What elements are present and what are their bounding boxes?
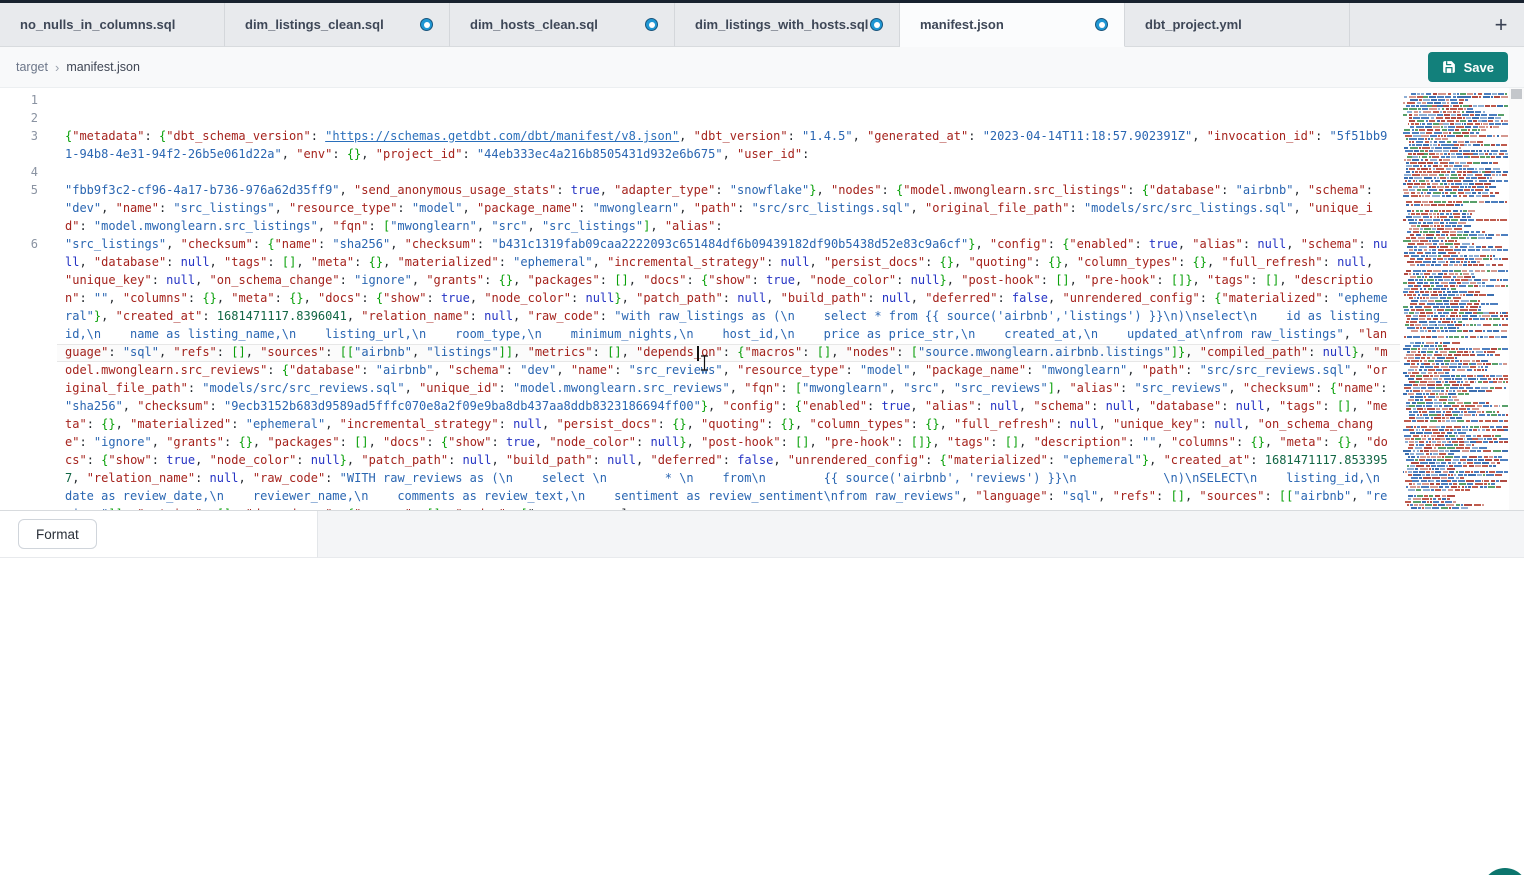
mouse-ibeam-cursor xyxy=(700,355,709,376)
ide-window: no_nulls_in_columns.sql dim_listings_clea… xyxy=(0,0,1524,875)
code-line-text[interactable]: "src_listings", "checksum": {"name": "sh… xyxy=(44,235,1400,510)
bottom-panel-header-right xyxy=(318,511,1524,558)
code-line-text[interactable] xyxy=(44,91,1400,109)
breadcrumb: target › manifest.json xyxy=(16,60,140,75)
editor-scrollbar[interactable] xyxy=(1509,88,1524,510)
code-line-text[interactable]: {"metadata": {"dbt_schema_version": "htt… xyxy=(44,127,1400,163)
code-line-text[interactable]: "fbb9f3c2-cf96-4a17-b736-976a62d35ff9", … xyxy=(44,181,1400,235)
scrollbar-thumb[interactable] xyxy=(1511,89,1522,99)
code-line: 3{"metadata": {"dbt_schema_version": "ht… xyxy=(0,127,1400,163)
modified-indicator-icon[interactable] xyxy=(420,18,433,31)
code-line: 4 xyxy=(0,163,1400,181)
new-tab-button[interactable]: + xyxy=(1486,10,1516,40)
bottom-panel-header-left: Format xyxy=(0,511,318,558)
text-cursor-caret xyxy=(697,346,699,361)
minimap[interactable] xyxy=(1400,88,1509,510)
code-line-text[interactable] xyxy=(44,109,1400,127)
tab-no-nulls-in-columns-sql[interactable]: no_nulls_in_columns.sql xyxy=(0,3,225,47)
tab-dim-hosts-clean-sql[interactable]: dim_hosts_clean.sql xyxy=(450,3,675,47)
tab-bar: no_nulls_in_columns.sql dim_listings_clea… xyxy=(0,3,1524,47)
breadcrumb-separator: › xyxy=(54,60,60,75)
code-line-text[interactable] xyxy=(44,163,1400,181)
line-number: 4 xyxy=(0,163,44,181)
modified-indicator-icon[interactable] xyxy=(870,18,883,31)
code-line: 5"fbb9f3c2-cf96-4a17-b736-976a62d35ff9",… xyxy=(0,181,1400,235)
line-number: 2 xyxy=(0,109,44,127)
tab-bar-filler: + xyxy=(1350,3,1524,47)
tab-label: dim_hosts_clean.sql xyxy=(470,17,598,32)
tab-label: dbt_project.yml xyxy=(1145,17,1242,32)
breadcrumb-segment: manifest.json xyxy=(66,60,140,74)
breadcrumb-bar: target › manifest.json Save xyxy=(0,47,1524,88)
line-number: 5 xyxy=(0,181,44,235)
code-editor[interactable]: 123{"metadata": {"dbt_schema_version": "… xyxy=(0,88,1400,510)
code-line: 1 xyxy=(0,91,1400,109)
code-lines: 123{"metadata": {"dbt_schema_version": "… xyxy=(0,88,1400,510)
line-number: 6 xyxy=(0,235,44,510)
modified-indicator-icon[interactable] xyxy=(1095,18,1108,31)
breadcrumb-segment: target xyxy=(16,60,48,74)
tab-bar-tabs: no_nulls_in_columns.sql dim_listings_clea… xyxy=(0,3,1350,47)
results-panel xyxy=(0,558,1524,875)
bottom-panel: Format xyxy=(0,510,1524,875)
tab-dim-listings-with-hosts-sql[interactable]: dim_listings_with_hosts.sql xyxy=(675,3,900,47)
bottom-panel-header: Format xyxy=(0,511,1524,558)
tab-label: dim_listings_clean.sql xyxy=(245,17,384,32)
tab-label: no_nulls_in_columns.sql xyxy=(20,17,175,32)
tab-label: manifest.json xyxy=(920,17,1004,32)
line-number: 1 xyxy=(0,91,44,109)
code-line: 2 xyxy=(0,109,1400,127)
save-button-label: Save xyxy=(1464,60,1494,75)
line-number: 3 xyxy=(0,127,44,163)
format-button[interactable]: Format xyxy=(18,519,97,549)
modified-indicator-icon[interactable] xyxy=(645,18,658,31)
tab-manifest-json[interactable]: manifest.json xyxy=(900,3,1125,47)
tab-dbt-project-yml[interactable]: dbt_project.yml xyxy=(1125,3,1350,47)
save-button[interactable]: Save xyxy=(1428,52,1508,82)
tab-label: dim_listings_with_hosts.sql xyxy=(695,17,868,32)
save-icon xyxy=(1442,60,1456,74)
tab-dim-listings-clean-sql[interactable]: dim_listings_clean.sql xyxy=(225,3,450,47)
